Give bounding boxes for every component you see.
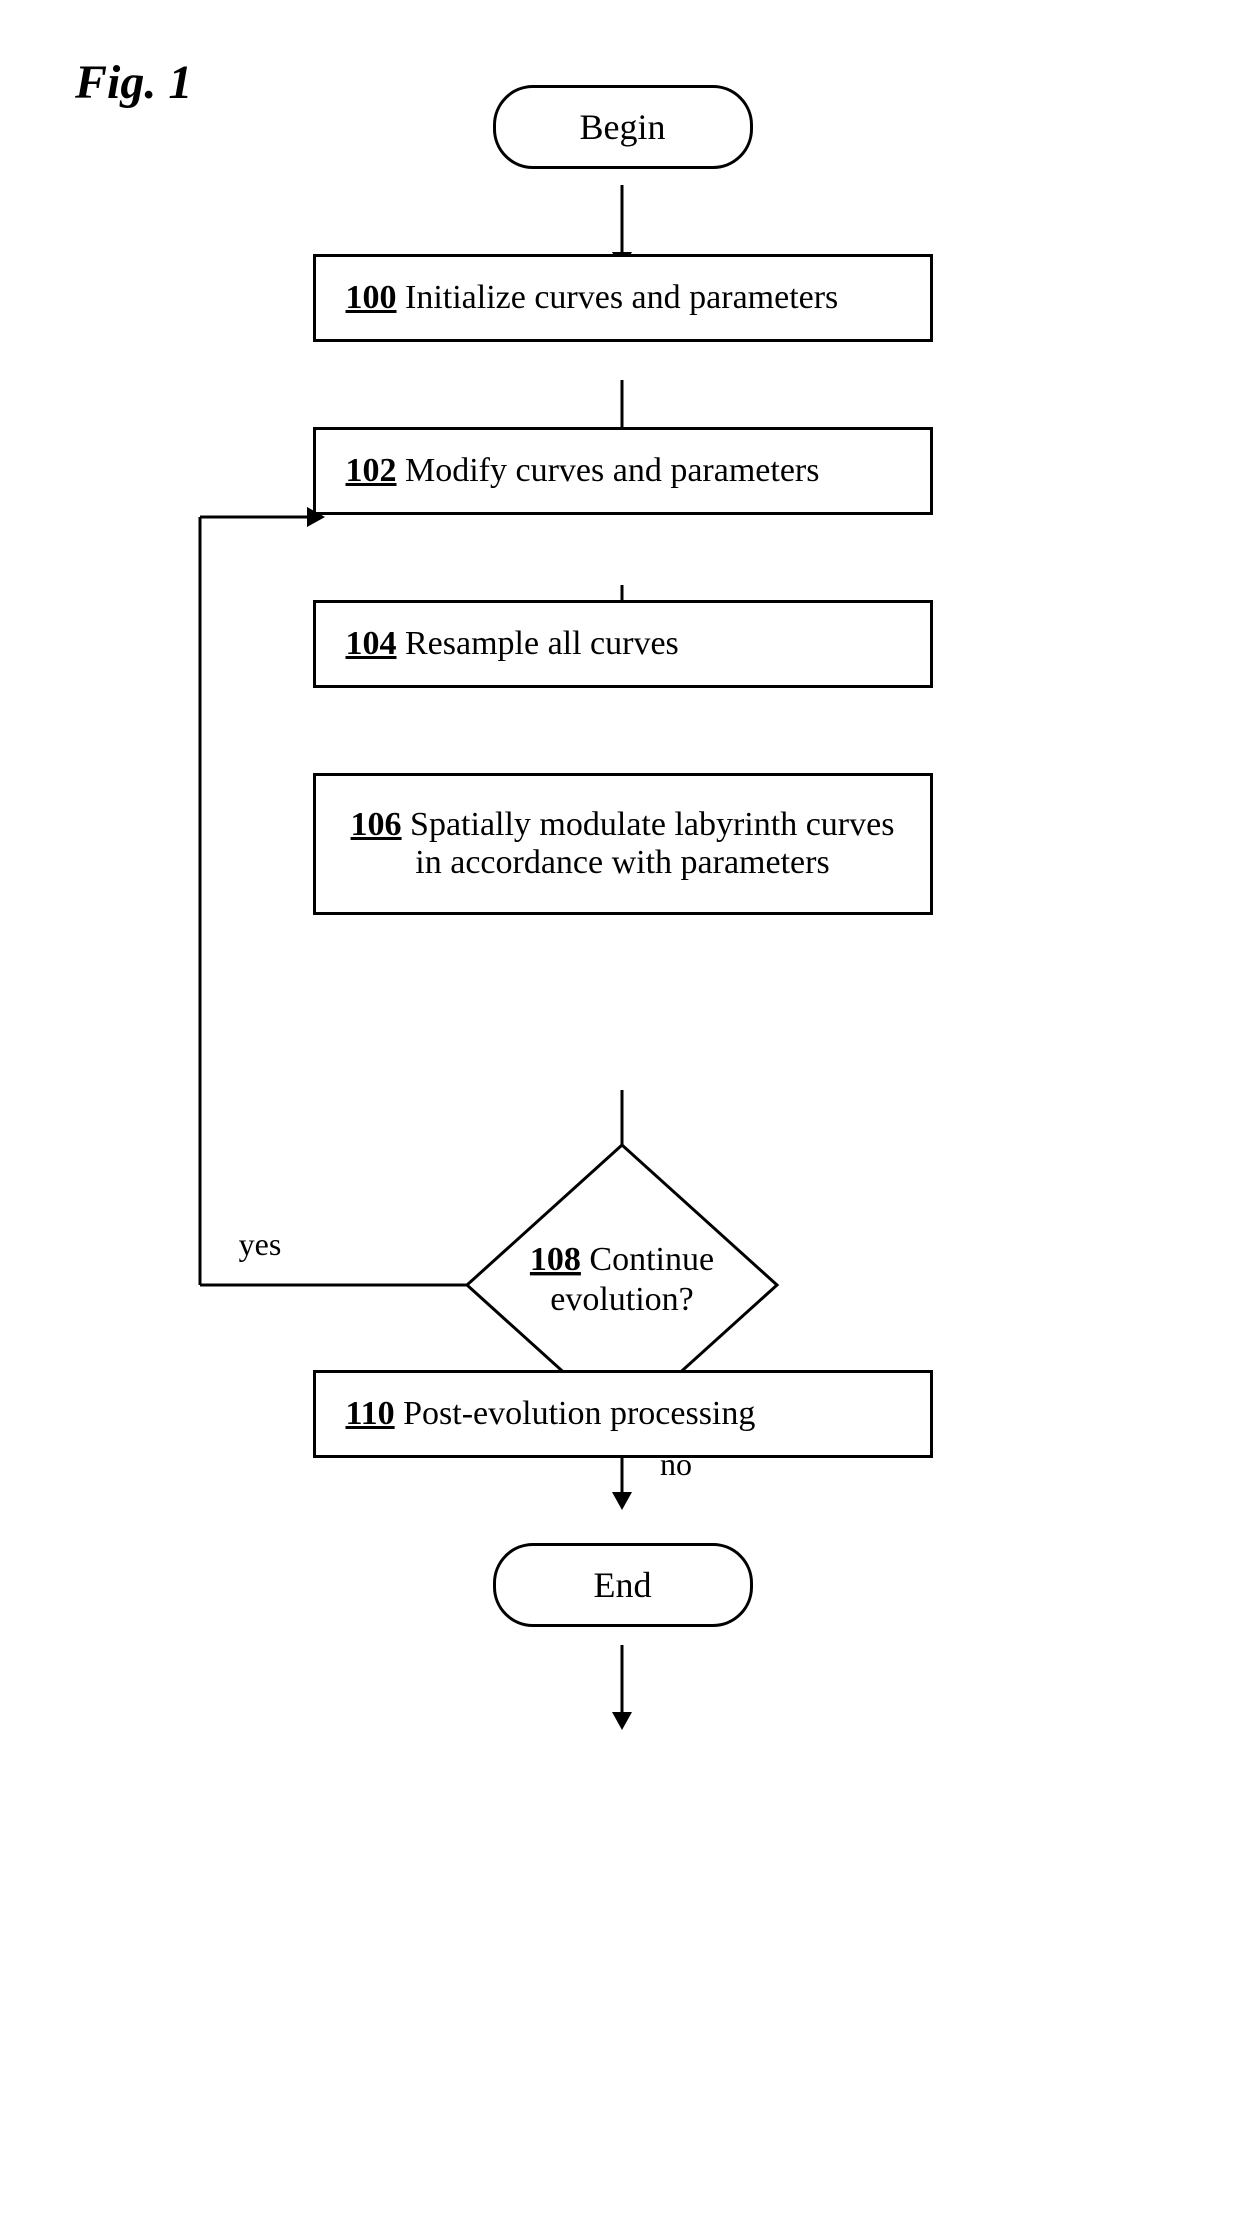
fig-label: Fig. 1 — [75, 55, 192, 110]
step-100-node: 100 Initialize curves and parameters — [313, 254, 933, 342]
step-100-label: Initialize curves and parameters — [405, 279, 838, 316]
step-110-num: 110 — [346, 1395, 395, 1432]
step-106-num: 106 — [351, 806, 402, 843]
step-104-num: 104 — [346, 625, 397, 662]
step-100-num: 100 — [346, 279, 397, 316]
step-102-num: 102 — [346, 452, 397, 489]
page: Fig. 1 — [0, 0, 1245, 2223]
begin-node: Begin — [493, 85, 753, 169]
step-110-node: 110 Post-evolution processing — [313, 1370, 933, 1458]
begin-label: Begin — [580, 107, 666, 147]
end-label: End — [594, 1565, 652, 1605]
step-104-node: 104 Resample all curves — [313, 600, 933, 688]
step-110-label: Post-evolution processing — [403, 1395, 755, 1432]
step-102-node: 102 Modify curves and parameters — [313, 427, 933, 515]
step-104-label: Resample all curves — [405, 625, 679, 662]
step-102-label: Modify curves and parameters — [405, 452, 819, 489]
step-106-node: 106 Spatially modulate labyrinth curves … — [313, 773, 933, 915]
step-106-label: Spatially modulate labyrinth curves in a… — [410, 806, 894, 881]
end-node: End — [493, 1543, 753, 1627]
flowchart: Begin 100 Initialize curves and paramete… — [273, 85, 973, 1627]
